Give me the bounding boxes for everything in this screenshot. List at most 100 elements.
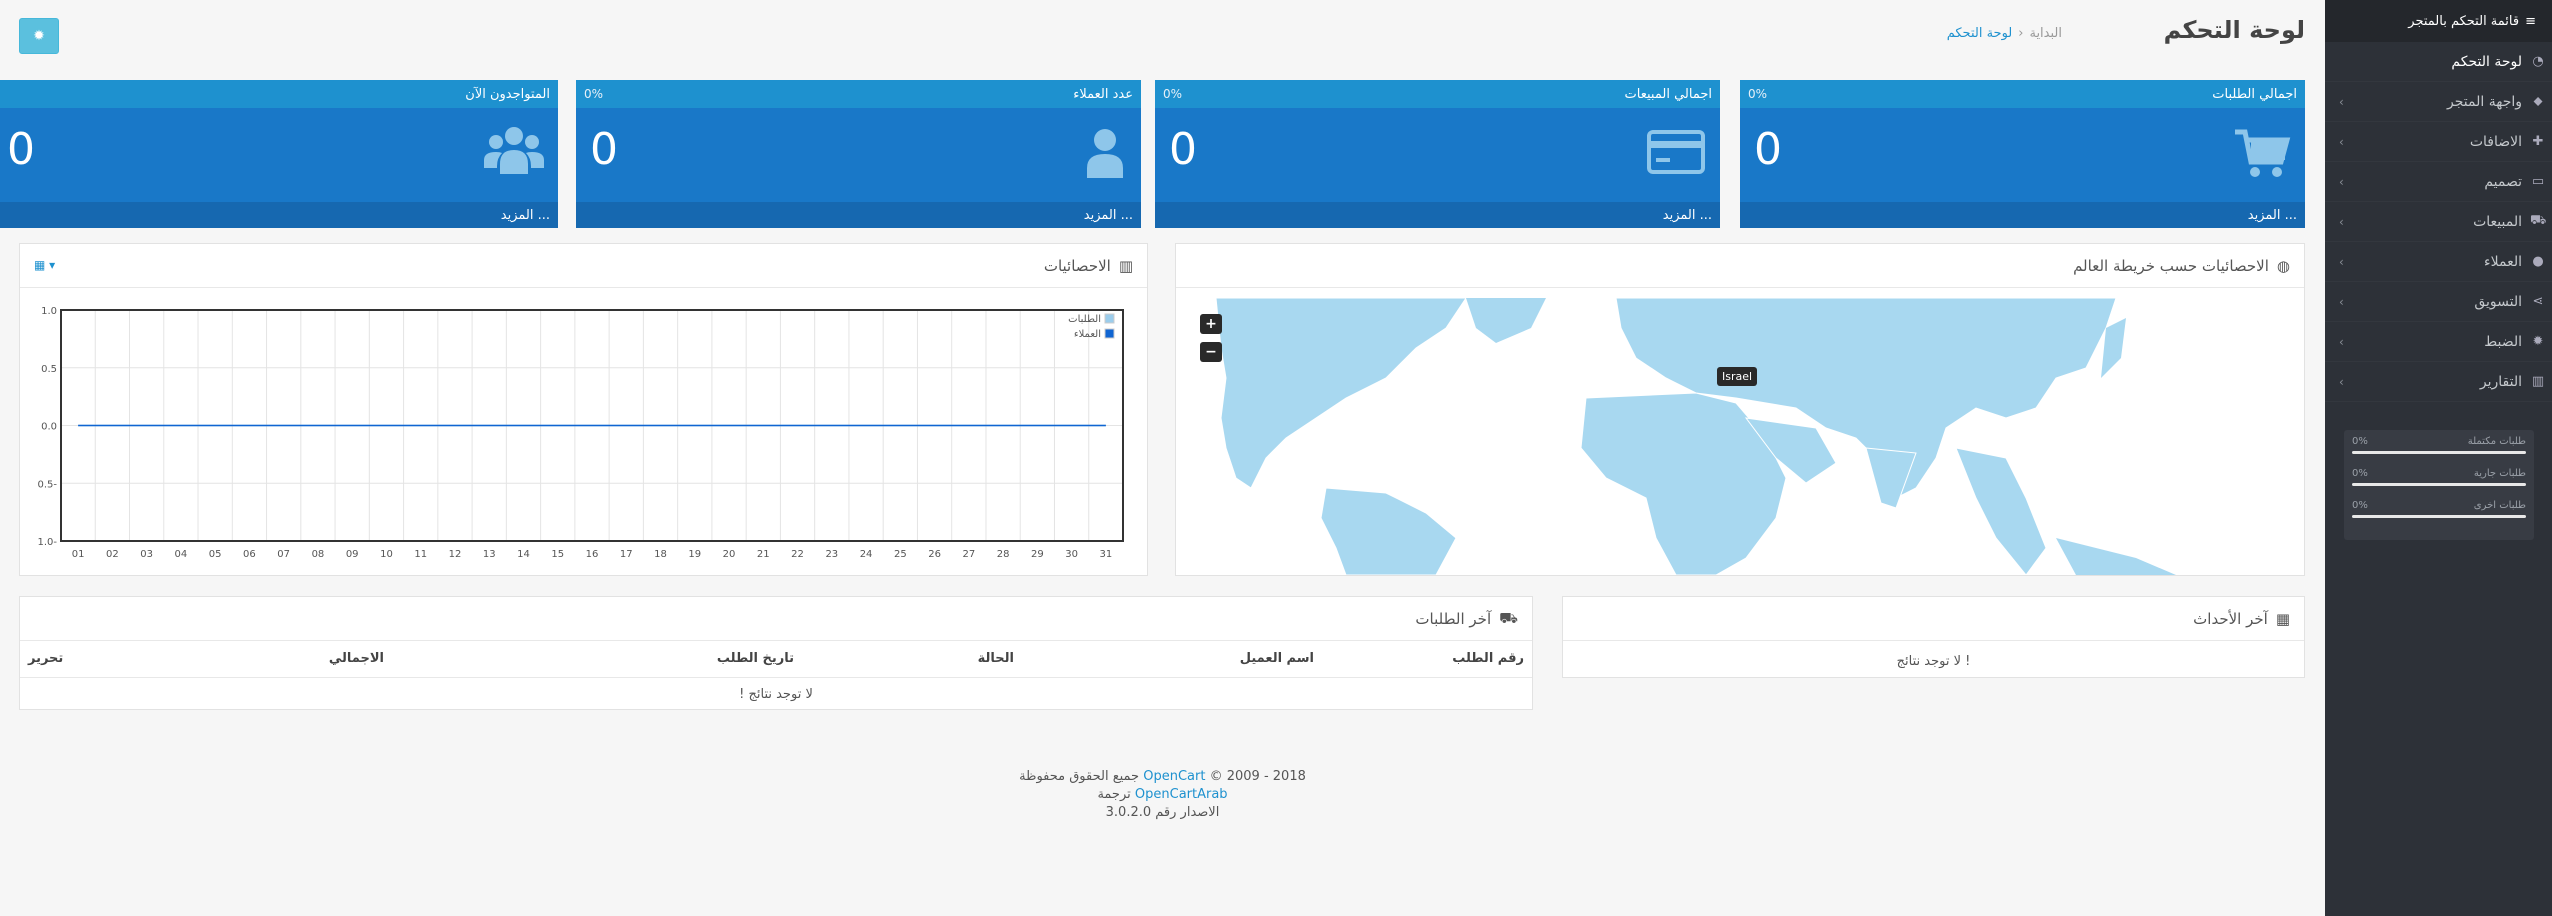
- world-map[interactable]: [1176, 288, 2304, 575]
- x-tick-label: 25: [894, 549, 907, 560]
- sidebar-header[interactable]: قائمة التحكم بالمتجر ≡: [2325, 0, 2552, 42]
- x-tick-label: 18: [654, 549, 667, 560]
- x-tick-label: 20: [723, 549, 736, 560]
- tile-value: 0: [1754, 124, 1782, 175]
- table-header-row: رقم الطلب اسم العميل الحالة تاريخ الطلب …: [20, 641, 1532, 678]
- chevron-left-icon: ‹: [2339, 374, 2344, 389]
- breadcrumb-separator: ›: [2018, 26, 2024, 41]
- legend-label: العملاء: [1074, 329, 1101, 340]
- share-icon: ⋖: [2532, 294, 2544, 309]
- table-row: لا توجد نتائج !: [20, 677, 1532, 711]
- tile-more-label: المزيد ...: [2247, 207, 2297, 223]
- tile-more-link[interactable]: المزيد ...: [1740, 202, 2305, 228]
- x-tick-label: 06: [243, 549, 256, 560]
- panel-title: آخر الطلبات: [1415, 609, 1492, 628]
- tile-more-link[interactable]: المزيد ...: [576, 202, 1141, 228]
- x-tick-label: 10: [380, 549, 393, 560]
- y-tick-label: 0.5-: [37, 479, 57, 490]
- sidebar-item-marketing[interactable]: ⋖ التسويق ‹: [2325, 282, 2552, 322]
- chevron-left-icon: ‹: [2339, 94, 2344, 109]
- tile-title: المتواجدون الآن: [465, 86, 550, 102]
- recent-activity-panel: ▦ آخر الأحداث لا توجد نتائج !: [1562, 596, 2305, 678]
- sidebar-item-reports[interactable]: ▥ التقارير ‹: [2325, 362, 2552, 402]
- breadcrumb: البداية › لوحة التحكم: [1947, 26, 2062, 41]
- sidebar-item-dashboard[interactable]: ◔ لوحة التحكم: [2325, 42, 2552, 82]
- sidebar-item-design[interactable]: ▭ تصميم ‹: [2325, 162, 2552, 202]
- footer: جميع الحقوق محفوظة OpenCart © 2009 - 201…: [0, 768, 2325, 822]
- footer-years: 2009 - 2018: [1226, 769, 1306, 784]
- sidebar-item-label: الضبط: [2484, 333, 2522, 350]
- x-tick-label: 28: [997, 549, 1010, 560]
- sidebar-item-customers[interactable]: ● العملاء ‹: [2325, 242, 2552, 282]
- x-tick-label: 21: [757, 549, 770, 560]
- sidebar-item-label: لوحة التحكم: [2451, 53, 2522, 70]
- column-date-added[interactable]: تاريخ الطلب: [392, 641, 802, 678]
- map-tooltip: Israel: [1717, 367, 1758, 386]
- column-action: تحرير: [20, 641, 222, 678]
- x-tick-label: 12: [449, 549, 462, 560]
- stat-other: طلبات اخرى 0%: [2352, 500, 2526, 518]
- footer-rights: جميع الحقوق محفوظة: [1019, 769, 1140, 784]
- line-chart: 1.0 0.5 0.0 0.5- 1.0- 01 02 03 04 05 06 07 08 09 10 11 1…: [37, 306, 1124, 560]
- chevron-left-icon: ‹: [2339, 214, 2344, 229]
- stat-value: 0%: [2352, 468, 2368, 479]
- sidebar-item-catalog[interactable]: ⬥ واجهة المتجر ‹: [2325, 82, 2552, 122]
- latest-orders-panel: ⛟ آخر الطلبات رقم الطلب اسم العميل الحال…: [19, 596, 1533, 710]
- sidebar-item-sales[interactable]: ⛟ المبيعات ‹: [2325, 202, 2552, 242]
- sidebar-item-label: التسويق: [2474, 293, 2522, 310]
- x-tick-label: 17: [620, 549, 633, 560]
- map-zoom-out-button[interactable]: −: [1200, 342, 1222, 362]
- globe-icon: ◍: [2276, 256, 2290, 275]
- x-tick-label: 23: [825, 549, 838, 560]
- breadcrumb-dashboard[interactable]: لوحة التحكم: [1947, 26, 2013, 41]
- tile-more-label: المزيد ...: [500, 207, 550, 223]
- tile-total-sales: اجمالي المبيعات 0% 0 المزيد ...: [1155, 80, 1720, 228]
- x-tick-label: 13: [483, 549, 496, 560]
- footer-translation-label: ترجمة: [1097, 787, 1131, 802]
- calendar-icon: ▦: [2275, 609, 2290, 628]
- gear-icon: ✹: [33, 28, 45, 44]
- x-tick-label: 07: [277, 549, 290, 560]
- stat-complete: طلبات مكتملة 0%: [2352, 436, 2526, 454]
- panel-title: الاحصائيات حسب خريطة العالم: [2073, 256, 2269, 275]
- x-tick-label: 26: [928, 549, 941, 560]
- sidebar-title: قائمة التحكم بالمتجر: [2408, 13, 2520, 29]
- users-icon: [484, 127, 544, 174]
- calendar-dropdown-button[interactable]: ▦ ▾: [34, 258, 55, 272]
- footer-translator-link[interactable]: OpenCartArab: [1135, 787, 1228, 802]
- menu-icon: ≡: [2525, 13, 2536, 29]
- column-total[interactable]: الاجمالي: [222, 641, 392, 678]
- empty-message: لا توجد نتائج !: [1896, 653, 1971, 669]
- legend-swatch: [1104, 328, 1115, 339]
- tile-percentage: 0%: [1748, 87, 1768, 101]
- sidebar: قائمة التحكم بالمتجر ≡ ◔ لوحة التحكم ⬥ و…: [2325, 0, 2552, 916]
- sidebar-item-label: الاضافات: [2469, 133, 2522, 150]
- stat-value: 0%: [2352, 500, 2368, 511]
- tile-percentage: 0%: [1163, 87, 1183, 101]
- sidebar-item-system[interactable]: ✹ الضبط ‹: [2325, 322, 2552, 362]
- world-map-panel: ◍ الاحصائيات حسب خريطة العالم + − Israel: [1175, 243, 2305, 576]
- panel-title: آخر الأحداث: [2193, 609, 2268, 628]
- monitor-icon: ▭: [2531, 174, 2545, 189]
- bar-chart-icon: ▥: [1118, 256, 1133, 275]
- settings-button[interactable]: ✹: [19, 18, 59, 54]
- sidebar-item-label: واجهة المتجر: [2447, 93, 2522, 110]
- empty-message: لا توجد نتائج !: [739, 686, 813, 702]
- column-order-id[interactable]: رقم الطلب: [1322, 641, 1532, 678]
- map-zoom-in-button[interactable]: +: [1200, 314, 1222, 334]
- x-tick-label: 22: [791, 549, 804, 560]
- tile-more-link[interactable]: المزيد ...: [0, 202, 558, 228]
- sidebar-item-extensions[interactable]: ✚ الاضافات ‹: [2325, 122, 2552, 162]
- x-tick-label: 27: [962, 549, 975, 560]
- tile-more-link[interactable]: المزيد ...: [1155, 202, 1720, 228]
- breadcrumb-home[interactable]: البداية: [2029, 26, 2062, 41]
- footer-brand-link[interactable]: OpenCart: [1143, 769, 1205, 784]
- tile-value: 0: [7, 124, 35, 175]
- x-tick-label: 11: [414, 549, 427, 560]
- legend-swatch: [1104, 313, 1115, 324]
- column-customer[interactable]: اسم العميل: [1022, 641, 1322, 678]
- chevron-left-icon: ‹: [2339, 134, 2344, 149]
- sidebar-item-label: العملاء: [2484, 253, 2522, 270]
- column-status[interactable]: الحالة: [802, 641, 1022, 678]
- progress-bar: [2352, 515, 2526, 518]
